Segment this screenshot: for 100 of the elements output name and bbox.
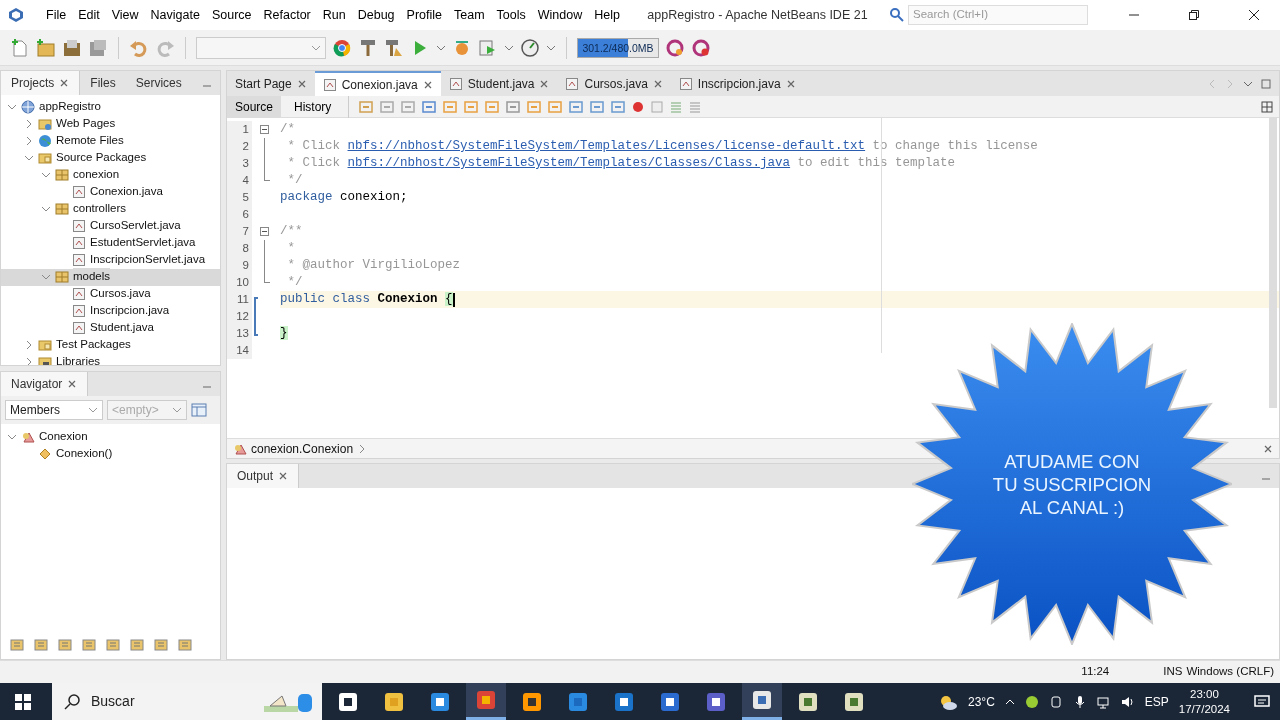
- taskview-app-icon[interactable]: [337, 690, 359, 713]
- shift-right-icon[interactable]: [547, 98, 564, 115]
- find-next-icon[interactable]: [463, 98, 480, 115]
- bookmark-icon[interactable]: [568, 98, 585, 115]
- tree-item[interactable]: Libraries: [56, 353, 101, 365]
- hammer-icon[interactable]: [358, 37, 378, 58]
- clock-date[interactable]: 17/7/2024: [1178, 701, 1230, 716]
- gauge-icon[interactable]: [520, 37, 540, 58]
- menu-item[interactable]: Profile: [400, 5, 448, 25]
- netbeans-app-icon[interactable]: [751, 689, 773, 711]
- close-project-icon[interactable]: [88, 37, 108, 58]
- tree-item[interactable]: conexion: [73, 166, 120, 184]
- forward-icon[interactable]: [400, 98, 417, 115]
- volume-icon[interactable]: [1120, 694, 1135, 709]
- column-icon[interactable]: [57, 637, 73, 653]
- new-file-icon[interactable]: [10, 37, 30, 58]
- tree-item[interactable]: Test Packages: [56, 336, 131, 354]
- selection-icon[interactable]: [505, 98, 522, 115]
- menu-item[interactable]: Window: [531, 5, 589, 25]
- find-icon[interactable]: [421, 98, 438, 115]
- teams-app-icon[interactable]: [705, 690, 727, 713]
- taskbar-search[interactable]: Buscar: [52, 683, 322, 720]
- scrollbar[interactable]: [1269, 118, 1277, 408]
- layout-icon[interactable]: [191, 402, 207, 418]
- menu-item[interactable]: Navigate: [144, 5, 206, 25]
- tray-app-icon[interactable]: [1024, 694, 1039, 709]
- menu-item[interactable]: Run: [316, 5, 352, 25]
- tree-item[interactable]: Source Packages: [56, 149, 147, 167]
- view-tab[interactable]: Source: [227, 95, 282, 118]
- tree-item[interactable]: CursoServlet.java: [90, 217, 181, 235]
- tree-item[interactable]: InscripcionServlet.java: [90, 251, 206, 269]
- shift-left-icon[interactable]: [526, 98, 543, 115]
- editor-tab[interactable]: Conexion.java: [314, 71, 441, 96]
- unindent-icon[interactable]: [589, 98, 606, 115]
- package-icon[interactable]: [81, 637, 97, 653]
- menu-item[interactable]: Refactor: [257, 5, 317, 25]
- new-project-icon[interactable]: [36, 37, 56, 58]
- start-icon[interactable]: [14, 692, 32, 711]
- filter-dropdown[interactable]: Members: [5, 400, 103, 420]
- garbage-collect-icon[interactable]: [665, 37, 685, 58]
- panel-tab[interactable]: Projects: [1, 71, 81, 95]
- menu-item[interactable]: Debug: [351, 5, 401, 25]
- word-app-icon[interactable]: [659, 690, 681, 713]
- back-icon[interactable]: [379, 98, 396, 115]
- clean-build-icon[interactable]: [384, 37, 404, 58]
- panel-tab[interactable]: Files: [80, 71, 126, 95]
- record-macro-icon[interactable]: [631, 99, 646, 114]
- menu-item[interactable]: View: [105, 5, 145, 25]
- tree-item[interactable]: Conexion: [39, 427, 88, 446]
- panel-tab[interactable]: Output: [227, 464, 300, 488]
- editor-tab[interactable]: Cursos.java: [557, 71, 671, 96]
- collapse-fold-icon[interactable]: [260, 125, 269, 134]
- menu-item[interactable]: Edit: [72, 5, 106, 25]
- close-icon[interactable]: [1248, 9, 1260, 21]
- tree-item[interactable]: Conexion.java: [90, 183, 163, 201]
- clock-time[interactable]: 23:00: [1178, 687, 1230, 702]
- menu-item[interactable]: File: [40, 5, 73, 25]
- last-edit-icon[interactable]: [358, 98, 375, 115]
- open-folder-icon[interactable]: [62, 37, 82, 58]
- explorer-app-icon[interactable]: [383, 690, 405, 713]
- vscode-app-icon[interactable]: [567, 690, 589, 713]
- browser-icon[interactable]: [332, 37, 352, 58]
- find-previous-icon[interactable]: [442, 98, 459, 115]
- sort-icon[interactable]: [129, 637, 145, 653]
- collapse-fold-icon[interactable]: [260, 227, 269, 236]
- maximize-icon[interactable]: [1188, 9, 1200, 21]
- notification-icon[interactable]: [1254, 693, 1270, 710]
- outlook-app-icon[interactable]: [613, 690, 635, 713]
- sort-az-icon[interactable]: [153, 637, 169, 653]
- view-tab[interactable]: History: [286, 95, 340, 118]
- search-icon[interactable]: [889, 7, 905, 23]
- profiler-stop-icon[interactable]: [691, 37, 711, 58]
- class-icon[interactable]: [105, 637, 121, 653]
- tree-item[interactable]: Cursos.java: [90, 285, 151, 303]
- indent-icon[interactable]: [610, 98, 627, 115]
- tree-item[interactable]: Inscripcion.java: [90, 302, 170, 320]
- tree-item[interactable]: Student.java: [90, 319, 154, 337]
- editor-tab[interactable]: Start Page: [227, 71, 315, 96]
- tree-item[interactable]: Web Pages: [56, 115, 116, 133]
- menu-item[interactable]: Team: [448, 5, 491, 25]
- field-icon[interactable]: [33, 637, 49, 653]
- camera-icon[interactable]: [1048, 694, 1063, 709]
- network-icon[interactable]: [1096, 694, 1111, 709]
- split-icon[interactable]: [1261, 100, 1273, 113]
- tree-item[interactable]: Conexion(): [56, 444, 113, 463]
- store-app-icon[interactable]: [429, 690, 451, 713]
- keyboard-language[interactable]: ESP: [1144, 692, 1169, 711]
- sort-order-icon[interactable]: [177, 637, 193, 653]
- panel-tab[interactable]: Navigator: [1, 372, 89, 396]
- menu-item[interactable]: Tools: [490, 5, 532, 25]
- editor-tab[interactable]: Inscripcion.java: [670, 71, 804, 96]
- tree-item[interactable]: appRegistro: [39, 98, 101, 116]
- tree-item[interactable]: Remote Files: [56, 132, 124, 150]
- sublime-app-icon[interactable]: [521, 690, 543, 713]
- tree-item[interactable]: controllers: [73, 200, 127, 218]
- menu-item[interactable]: Source: [205, 5, 258, 25]
- chrome-app-icon[interactable]: [475, 689, 497, 711]
- breadcrumb-link[interactable]: conexion.Conexion: [251, 439, 354, 458]
- tree-item[interactable]: EstudentServlet.java: [90, 234, 196, 252]
- panel-tab[interactable]: Services: [125, 71, 192, 95]
